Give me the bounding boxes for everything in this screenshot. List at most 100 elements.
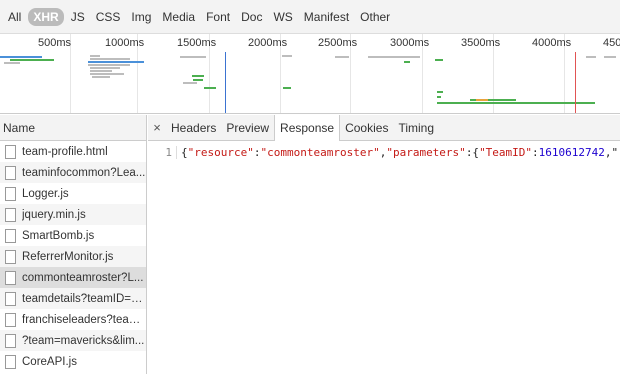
file-icon xyxy=(5,228,16,243)
request-row[interactable]: CoreAPI.js xyxy=(0,351,146,372)
waterfall-bar xyxy=(282,55,292,57)
waterfall-bar xyxy=(88,64,130,66)
waterfall-bar xyxy=(90,55,100,57)
filter-js[interactable]: JS xyxy=(67,8,89,26)
waterfall-bar xyxy=(90,67,120,69)
request-row[interactable]: franchiseleaders?team... xyxy=(0,309,146,330)
detail-tab-bar: × Headers Preview Response Cookies Timing xyxy=(148,115,620,141)
timeline-tick-label: 3000ms xyxy=(390,37,430,49)
request-row[interactable]: Logger.js xyxy=(0,183,146,204)
waterfall-bar xyxy=(283,87,291,89)
waterfall-bar xyxy=(90,70,112,72)
waterfall-bar xyxy=(0,56,42,58)
request-name: SmartBomb.js xyxy=(22,229,95,242)
waterfall-bar xyxy=(335,56,349,58)
request-row[interactable]: jquery.min.js xyxy=(0,204,146,225)
json-string: "parameters" xyxy=(386,146,466,159)
request-detail-panel: × Headers Preview Response Cookies Timing 1 … xyxy=(148,115,620,374)
file-icon xyxy=(5,333,16,348)
waterfall-bar xyxy=(204,87,216,89)
timeline-tick-label: 2000ms xyxy=(248,37,288,49)
timeline-tick-label: 1500ms xyxy=(177,37,217,49)
filter-css[interactable]: CSS xyxy=(92,8,125,26)
waterfall-bar xyxy=(183,82,197,84)
request-name: ?team=mavericks&lim... xyxy=(22,334,145,347)
request-name: Logger.js xyxy=(22,187,69,200)
file-icon xyxy=(5,312,16,327)
timeline-tick-label: 4000ms xyxy=(532,37,572,49)
timeline-tick-label: 3500ms xyxy=(461,37,501,49)
filter-doc[interactable]: Doc xyxy=(237,8,266,26)
json-string: "resource" xyxy=(187,146,254,159)
waterfall-bar xyxy=(586,56,596,58)
response-viewer[interactable]: 1 {"resource":"commonteamroster","parame… xyxy=(148,141,620,159)
timeline-overview[interactable]: 500ms 1000ms 1500ms 2000ms 2500ms 3000ms 3500m… xyxy=(0,34,620,114)
file-icon xyxy=(5,165,16,180)
request-row[interactable]: teamdetails?teamID=1... xyxy=(0,288,146,309)
request-name: franchiseleaders?team... xyxy=(22,313,146,326)
request-row[interactable]: team-profile.html xyxy=(0,141,146,162)
filter-media[interactable]: Media xyxy=(158,8,199,26)
request-row[interactable]: teaminfocommon?Lea... xyxy=(0,162,146,183)
waterfall-bar xyxy=(404,61,410,63)
request-name: jquery.min.js xyxy=(22,208,86,221)
file-icon xyxy=(5,354,16,369)
filter-manifest[interactable]: Manifest xyxy=(300,8,353,26)
tab-headers[interactable]: Headers xyxy=(166,115,221,140)
timeline-tick-label: 500ms xyxy=(38,37,72,49)
file-icon xyxy=(5,186,16,201)
waterfall-bar xyxy=(435,59,443,61)
timeline-tick-label: 2500ms xyxy=(318,37,358,49)
dom-content-loaded-marker xyxy=(225,52,226,113)
file-icon xyxy=(5,291,16,306)
waterfall-bar xyxy=(192,75,204,77)
request-name: teamdetails?teamID=1... xyxy=(22,292,146,305)
waterfall-bar xyxy=(437,91,443,93)
json-string: "TeamID" xyxy=(479,146,533,159)
tab-preview[interactable]: Preview xyxy=(221,115,274,140)
tab-cookies[interactable]: Cookies xyxy=(340,115,393,140)
waterfall-bar xyxy=(476,99,488,101)
request-list-panel: Name team-profile.html teaminfocommon?Lea… xyxy=(0,115,147,374)
timeline-tick-label: 1000ms xyxy=(105,37,145,49)
load-event-marker xyxy=(575,52,576,113)
waterfall-bar xyxy=(437,96,441,98)
json-number: 1610612742 xyxy=(538,146,605,159)
json-string: "commonteamroster" xyxy=(260,146,380,159)
waterfall-bar xyxy=(92,76,110,78)
request-name: ReferrerMonitor.js xyxy=(22,250,114,263)
filter-other[interactable]: Other xyxy=(356,8,394,26)
file-icon xyxy=(5,249,16,264)
filter-xhr[interactable]: XHR xyxy=(28,7,64,26)
json-punctuation: ," xyxy=(604,146,619,159)
filter-font[interactable]: Font xyxy=(202,8,234,26)
waterfall-bar xyxy=(4,62,20,64)
file-icon xyxy=(5,144,16,159)
filter-ws[interactable]: WS xyxy=(269,8,296,26)
line-number: 1 xyxy=(148,146,177,159)
waterfall-bar xyxy=(10,59,54,61)
json-punctuation: :{ xyxy=(465,146,480,159)
tab-timing[interactable]: Timing xyxy=(393,115,439,140)
request-name: teaminfocommon?Lea... xyxy=(22,166,146,179)
waterfall-bar xyxy=(180,56,188,58)
waterfall-bar xyxy=(90,58,130,60)
request-list: team-profile.html teaminfocommon?Lea... Lo… xyxy=(0,141,146,372)
json-punctuation: : xyxy=(532,146,539,159)
request-name: commonteamroster?L... xyxy=(22,271,144,284)
waterfall-bar xyxy=(90,73,124,75)
request-row[interactable]: ?team=mavericks&lim... xyxy=(0,330,146,351)
request-row[interactable]: commonteamroster?L... xyxy=(0,267,146,288)
file-icon xyxy=(5,207,16,222)
filter-img[interactable]: Img xyxy=(127,8,155,26)
tab-response[interactable]: Response xyxy=(274,115,341,141)
filter-all[interactable]: All xyxy=(4,8,25,26)
waterfall-bar xyxy=(88,61,144,63)
close-icon[interactable]: × xyxy=(148,115,166,140)
json-punctuation: { xyxy=(181,146,188,159)
request-row[interactable]: ReferrerMonitor.js xyxy=(0,246,146,267)
name-column-header[interactable]: Name xyxy=(0,115,146,141)
request-row[interactable]: SmartBomb.js xyxy=(0,225,146,246)
waterfall-bar xyxy=(437,102,595,104)
waterfall-bar xyxy=(368,56,420,58)
